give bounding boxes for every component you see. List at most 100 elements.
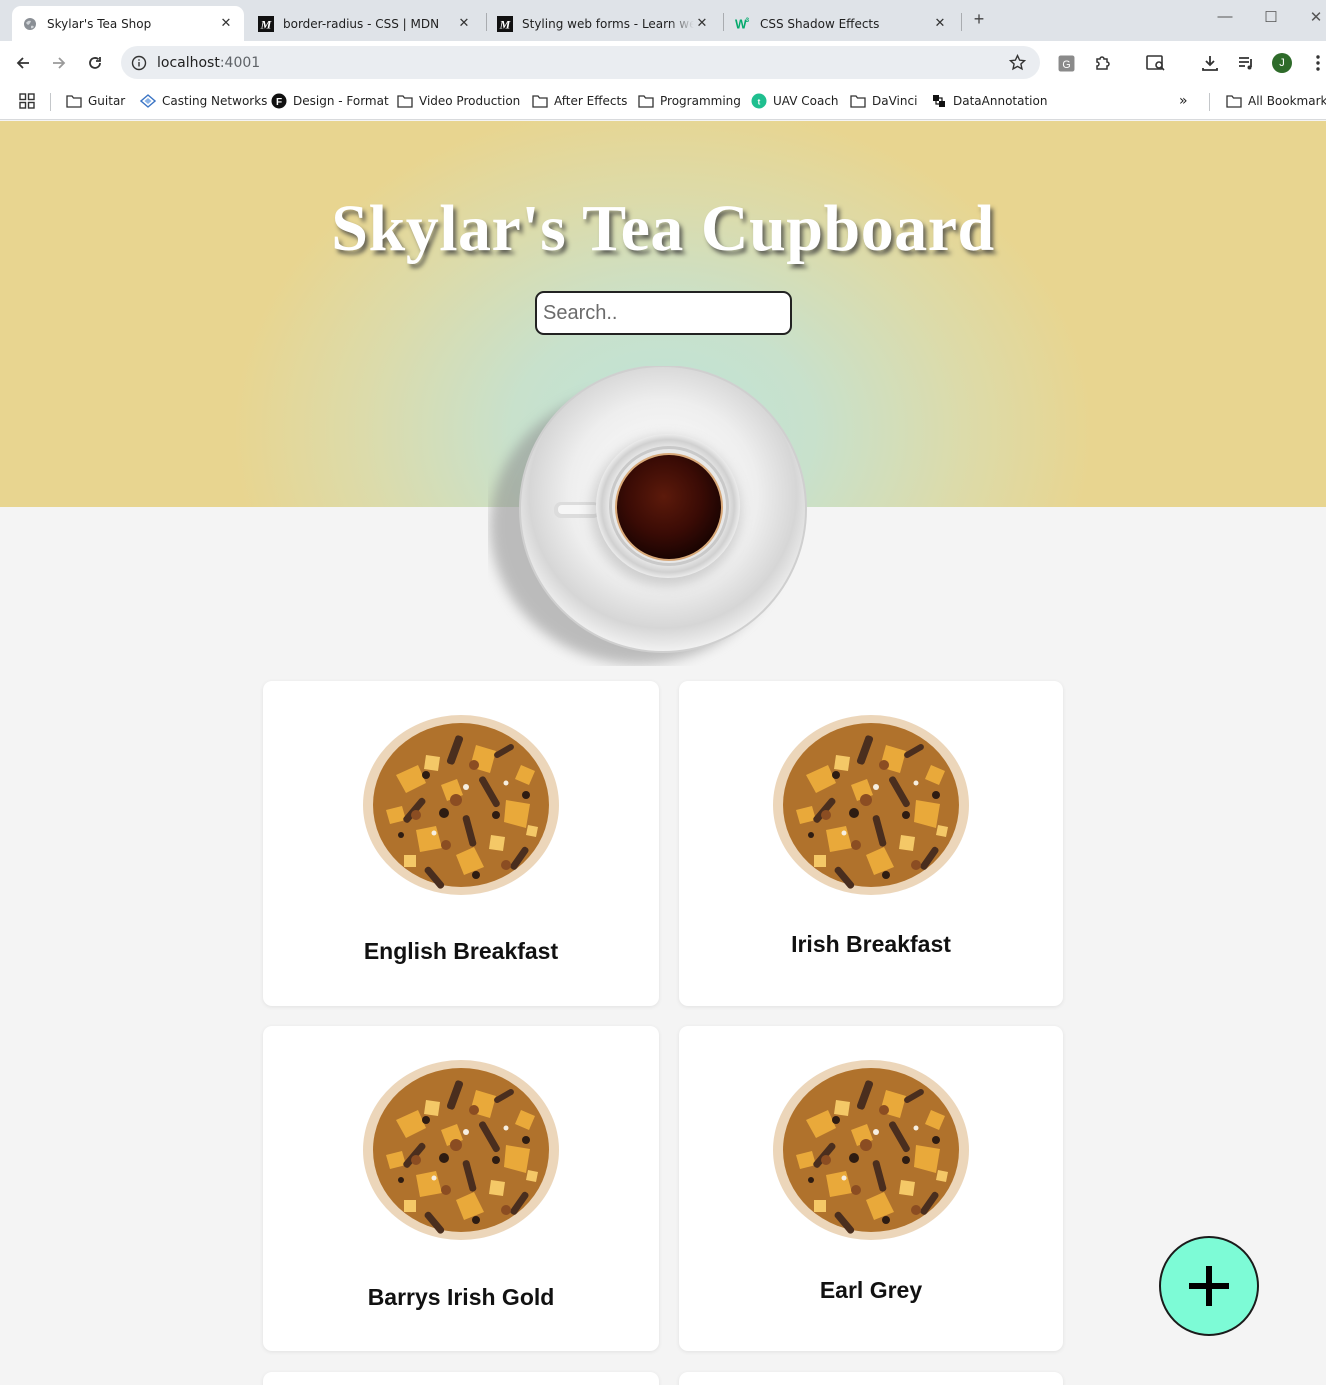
bookmark-casting-networks[interactable]: Casting Networks	[140, 92, 267, 110]
svg-text:t: t	[758, 98, 761, 107]
media-controls-icon[interactable]	[1236, 53, 1256, 73]
tea-card[interactable]: Irish Breakfast	[679, 681, 1063, 1006]
folder-icon	[638, 93, 654, 109]
tab-title: Skylar's Tea Shop	[47, 16, 152, 31]
reload-button[interactable]	[83, 51, 107, 75]
grammarly-extension-icon[interactable]: G	[1056, 53, 1076, 73]
bookmark-uav-coach[interactable]: t UAV Coach	[751, 92, 839, 110]
w3schools-icon: W3	[735, 16, 751, 32]
close-icon[interactable]: ✕	[218, 16, 234, 31]
browser-toolbar: localhost:4001 G	[0, 41, 1326, 84]
tea-card[interactable]: Barrys Irish Gold	[263, 1026, 659, 1351]
extensions-icon[interactable]	[1093, 53, 1113, 73]
tab-border-radius[interactable]: M border-radius - CSS | MDN ✕	[248, 6, 482, 41]
profile-avatar[interactable]: J	[1272, 53, 1292, 73]
url-port: :4001	[219, 54, 261, 71]
bookmark-label: After Effects	[554, 94, 628, 108]
folder-icon	[532, 93, 548, 109]
bookmark-separator	[1209, 93, 1210, 111]
tea-card[interactable]	[263, 1372, 659, 1385]
address-bar[interactable]: localhost:4001	[121, 46, 1040, 79]
page-title: Skylar's Tea Cupboard	[331, 192, 995, 265]
tab-strip: Skylar's Tea Shop ✕ M border-radius - CS…	[0, 0, 1326, 41]
tea-leaves-image	[363, 715, 559, 895]
download-icon[interactable]	[1200, 53, 1220, 73]
bookmark-star-icon[interactable]	[1009, 54, 1026, 71]
bookmarks-bar: Guitar Casting Networks F Design - Forma…	[0, 84, 1326, 120]
forward-arrow-icon	[53, 57, 66, 69]
close-icon[interactable]: ✕	[932, 16, 948, 31]
svg-text:M: M	[260, 17, 272, 31]
tea-leaves-image	[773, 715, 969, 895]
tab-css-shadow-effects[interactable]: W3 CSS Shadow Effects ✕	[725, 6, 958, 41]
tea-name: English Breakfast	[363, 938, 559, 964]
bookmark-label: Programming	[660, 94, 741, 108]
bookmark-design-format[interactable]: F Design - Format	[271, 92, 389, 110]
bookmark-davinci[interactable]: DaVinci	[850, 92, 917, 110]
tab-styling-web-forms[interactable]: M Styling web forms - Learn web d ✕	[487, 6, 720, 41]
forward-button[interactable]	[47, 51, 71, 75]
bookmark-label: Casting Networks	[162, 94, 268, 108]
all-bookmarks-label: All Bookmarks	[1248, 94, 1326, 108]
bookmark-label: Design - Format	[293, 94, 389, 108]
tab-title: Styling web forms - Learn web d	[522, 16, 694, 31]
menu-icon[interactable]	[1308, 53, 1326, 73]
tab-title: border-radius - CSS | MDN	[283, 16, 440, 31]
bookmark-label: Guitar	[88, 94, 126, 108]
page-content: Skylar's Tea Cupboard Search.. English B…	[0, 121, 1326, 1385]
folder-icon	[1226, 93, 1242, 109]
info-icon[interactable]	[131, 55, 147, 71]
bookmark-programming[interactable]: Programming	[638, 92, 741, 110]
bookmark-video-production[interactable]: Video Production	[397, 92, 520, 110]
tea-card[interactable]	[679, 1372, 1063, 1385]
casting-icon	[140, 93, 156, 109]
back-button[interactable]	[11, 51, 35, 75]
add-tea-button[interactable]	[1159, 1236, 1259, 1336]
bookmark-after-effects[interactable]: After Effects	[532, 92, 627, 110]
tab-skylars-tea-shop[interactable]: Skylar's Tea Shop ✕	[12, 6, 244, 41]
minimize-button[interactable]: —	[1215, 8, 1235, 25]
tea-leaves-image	[773, 1060, 969, 1240]
reload-icon	[89, 57, 101, 69]
dataannotation-icon	[931, 93, 947, 109]
uav-icon: t	[751, 93, 767, 109]
mdn-icon: M	[497, 15, 513, 32]
close-window-button[interactable]: ✕	[1306, 8, 1326, 26]
all-bookmarks[interactable]: All Bookmarks	[1226, 92, 1326, 110]
tea-card[interactable]: English Breakfast	[263, 681, 659, 1006]
globe-icon	[22, 16, 38, 32]
bookmark-label: DaVinci	[872, 94, 918, 108]
bookmark-label: Video Production	[419, 94, 521, 108]
format-icon: F	[271, 93, 287, 109]
tea-name: Earl Grey	[819, 1277, 923, 1303]
tea-name: Irish Breakfast	[791, 931, 951, 957]
more-bookmarks-chevron-icon[interactable]: »	[1179, 92, 1188, 110]
new-tab-button[interactable]: +	[970, 9, 988, 31]
tab-separator	[723, 13, 724, 31]
svg-text:F: F	[276, 97, 282, 108]
bookmark-label: DataAnnotation	[953, 94, 1048, 108]
plus-icon	[1189, 1266, 1229, 1306]
apps-grid-icon[interactable]	[19, 92, 35, 110]
tea-leaves-image	[363, 1060, 559, 1240]
bookmark-guitar[interactable]: Guitar	[66, 92, 125, 110]
folder-icon	[397, 93, 413, 109]
search-input[interactable]	[535, 291, 792, 335]
close-icon[interactable]: ✕	[456, 16, 472, 31]
tab-separator	[961, 13, 962, 31]
maximize-button[interactable]: ☐	[1261, 8, 1281, 26]
bookmark-label: UAV Coach	[773, 94, 839, 108]
url-host: localhost	[157, 54, 220, 71]
tab-title: CSS Shadow Effects	[760, 16, 880, 31]
folder-icon	[850, 93, 866, 109]
tea-name: Barrys Irish Gold	[367, 1284, 555, 1310]
svg-text:M: M	[499, 17, 511, 31]
tab-search-icon[interactable]	[1146, 53, 1166, 73]
tea-card[interactable]: Earl Grey	[679, 1026, 1063, 1351]
bookmark-dataannotation[interactable]: DataAnnotation	[931, 92, 1047, 110]
bookmark-separator	[50, 93, 51, 111]
close-icon[interactable]: ✕	[694, 16, 710, 31]
svg-text:G: G	[1062, 58, 1070, 70]
url-text: localhost:4001	[157, 55, 260, 71]
svg-text:3: 3	[746, 17, 750, 24]
